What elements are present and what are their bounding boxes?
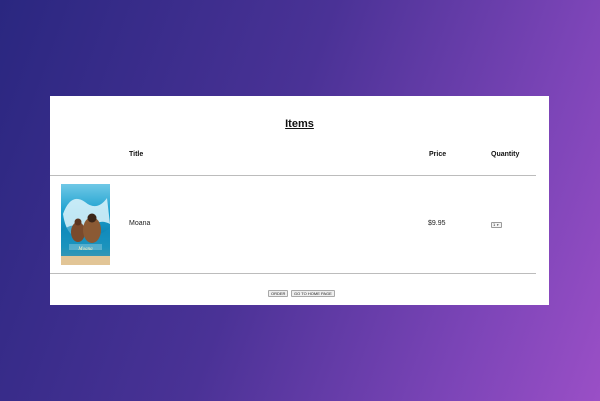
table-divider-top xyxy=(50,175,536,176)
go-to-home-page-button[interactable]: GO TO HOME PAGE xyxy=(291,290,335,297)
chevron-down-icon: ▼ xyxy=(496,223,500,227)
item-price: $9.95 xyxy=(428,220,446,227)
column-header-title: Title xyxy=(129,151,144,158)
column-header-price: Price xyxy=(429,151,447,158)
svg-text:Moana: Moana xyxy=(77,247,93,252)
table-divider-bottom xyxy=(50,273,536,274)
column-header-quantity: Quantity xyxy=(491,151,520,158)
item-title: Moana xyxy=(129,220,151,227)
movie-poster-image: Moana xyxy=(61,184,110,265)
order-button[interactable]: ORDER xyxy=(268,290,289,297)
page-title: Items xyxy=(285,118,314,130)
cart-panel: Items Title Price Quantity Moana Moana $… xyxy=(50,96,549,305)
quantity-select[interactable]: 1 ▼ xyxy=(491,222,502,228)
quantity-value: 1 xyxy=(493,222,496,227)
